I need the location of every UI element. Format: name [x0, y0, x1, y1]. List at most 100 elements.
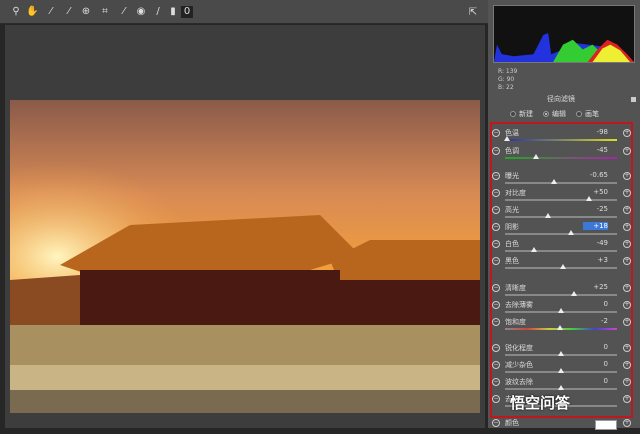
minus-icon[interactable]: − [492, 147, 500, 155]
slider-value[interactable]: +18 [583, 222, 608, 230]
spot-removal-icon[interactable]: ⁄ [118, 6, 130, 18]
plus-icon[interactable]: + [623, 223, 631, 231]
minus-icon[interactable]: − [492, 206, 500, 214]
radio-icon [576, 111, 582, 117]
minus-icon[interactable]: − [492, 378, 500, 386]
slider-value[interactable]: -0.65 [583, 171, 608, 179]
color-label: 颜色 [505, 419, 519, 427]
plus-icon[interactable]: + [623, 206, 631, 214]
adjustment-brush-icon[interactable]: / [152, 6, 164, 18]
slider-value[interactable]: -45 [583, 146, 608, 154]
plus-icon[interactable]: + [623, 240, 631, 248]
slider-track[interactable] [505, 139, 617, 141]
minus-icon[interactable]: − [492, 284, 500, 292]
crop-icon[interactable]: ⌗ [99, 6, 111, 18]
minus-icon[interactable]: − [492, 361, 500, 369]
slider-value[interactable]: +25 [583, 283, 608, 291]
mode-radio-1[interactable]: 编辑 [543, 109, 566, 119]
mode-radio-2[interactable]: 画笔 [576, 109, 599, 119]
color-sampler-icon[interactable]: ⁄ [63, 6, 75, 18]
radial-filter-icon[interactable]: 0 [181, 6, 193, 18]
minus-icon[interactable]: − [492, 395, 500, 403]
photo-preview[interactable] [10, 100, 480, 413]
slider-value[interactable]: 0 [583, 343, 608, 351]
minus-icon[interactable]: − [492, 129, 500, 137]
slider-row: − 高光 -25 + [488, 205, 640, 221]
graduated-filter-icon[interactable]: ▮ [167, 6, 179, 18]
slider-track[interactable] [505, 157, 617, 159]
plus-icon[interactable]: + [623, 344, 631, 352]
slider-track[interactable] [505, 216, 617, 218]
slider-label: 对比度 [505, 189, 526, 197]
minus-icon[interactable]: − [492, 344, 500, 352]
zoom-icon[interactable]: ⚲ [10, 6, 22, 18]
slider-thumb[interactable] [558, 308, 564, 313]
slider-thumb[interactable] [531, 247, 538, 252]
slider-thumb[interactable] [533, 154, 540, 159]
minus-icon[interactable]: − [492, 223, 500, 231]
radio-label: 编辑 [552, 110, 566, 118]
slider-thumb[interactable] [586, 196, 592, 201]
slider-value[interactable]: -25 [583, 205, 608, 213]
slider-thumb[interactable] [571, 291, 578, 296]
minus-icon[interactable]: − [492, 189, 500, 197]
slider-value[interactable]: +3 [583, 256, 608, 264]
hand-icon[interactable]: ✋ [26, 6, 38, 18]
plus-icon[interactable]: + [623, 257, 631, 265]
plus-icon[interactable]: + [623, 318, 631, 326]
color-swatch[interactable] [595, 420, 617, 430]
plus-icon[interactable]: + [623, 284, 631, 292]
slider-label: 清晰度 [505, 284, 526, 292]
slider-value[interactable]: -2 [583, 317, 608, 325]
slider-thumb[interactable] [504, 136, 511, 141]
slider-thumb[interactable] [544, 213, 551, 218]
slider-value[interactable]: 0 [583, 360, 608, 368]
slider-value[interactable]: 0 [583, 377, 608, 385]
slider-track[interactable] [505, 294, 617, 296]
slider-row: − 减少杂色 0 + [488, 360, 640, 376]
red-eye-icon[interactable]: ◉ [135, 6, 147, 18]
slider-thumb[interactable] [558, 368, 564, 373]
plus-icon[interactable]: + [623, 172, 631, 180]
slider-value[interactable]: +50 [583, 188, 608, 196]
slider-thumb[interactable] [551, 179, 558, 184]
mode-radio-0[interactable]: 新建 [510, 109, 533, 119]
slider-row: − 色温 -98 + [488, 128, 640, 144]
adjustment-panel: R: 139 G: 90 B: 22 径向滤镜 新建 编辑 画笔 − 色温 -98 + − 色… [488, 0, 640, 430]
slider-row: − 饱和度 -2 + [488, 317, 640, 333]
slider-track[interactable] [505, 182, 617, 184]
plus-icon[interactable]: + [623, 419, 631, 427]
slider-track[interactable] [505, 250, 617, 252]
slider-thumb[interactable] [560, 264, 567, 269]
toolbar: ⚲ ✋ ⁄ ⁄ ⊕ ⌗ ⁄ ◉ / ▮ 0 [0, 0, 488, 24]
slider-row: − 色调 -45 + [488, 146, 640, 162]
slider-value[interactable]: -49 [583, 239, 608, 247]
slider-value[interactable]: 0 [583, 300, 608, 308]
panel-menu-icon[interactable] [631, 97, 636, 102]
minus-icon[interactable]: − [492, 318, 500, 326]
plus-icon[interactable]: + [623, 129, 631, 137]
white-balance-icon[interactable]: ⁄ [45, 6, 57, 18]
open-preferences-icon[interactable]: ⇱ [467, 7, 479, 19]
plus-icon[interactable]: + [623, 378, 631, 386]
slider-thumb[interactable] [556, 325, 563, 330]
slider-row: − 对比度 +50 + [488, 188, 640, 204]
slider-track[interactable] [505, 199, 617, 201]
slider-value[interactable]: -98 [583, 128, 608, 136]
minus-icon[interactable]: − [492, 172, 500, 180]
minus-icon[interactable]: − [492, 419, 500, 427]
slider-thumb[interactable] [558, 385, 564, 390]
slider-thumb[interactable] [568, 230, 575, 235]
target-adjust-icon[interactable]: ⊕ [80, 6, 92, 18]
slider-thumb[interactable] [558, 351, 564, 356]
slider-track[interactable] [505, 233, 617, 235]
minus-icon[interactable]: − [492, 240, 500, 248]
plus-icon[interactable]: + [623, 189, 631, 197]
plus-icon[interactable]: + [623, 301, 631, 309]
minus-icon[interactable]: − [492, 301, 500, 309]
plus-icon[interactable]: + [623, 147, 631, 155]
minus-icon[interactable]: − [492, 257, 500, 265]
plus-icon[interactable]: + [623, 361, 631, 369]
plus-icon[interactable]: + [623, 395, 631, 403]
slider-row: − 白色 -49 + [488, 239, 640, 255]
